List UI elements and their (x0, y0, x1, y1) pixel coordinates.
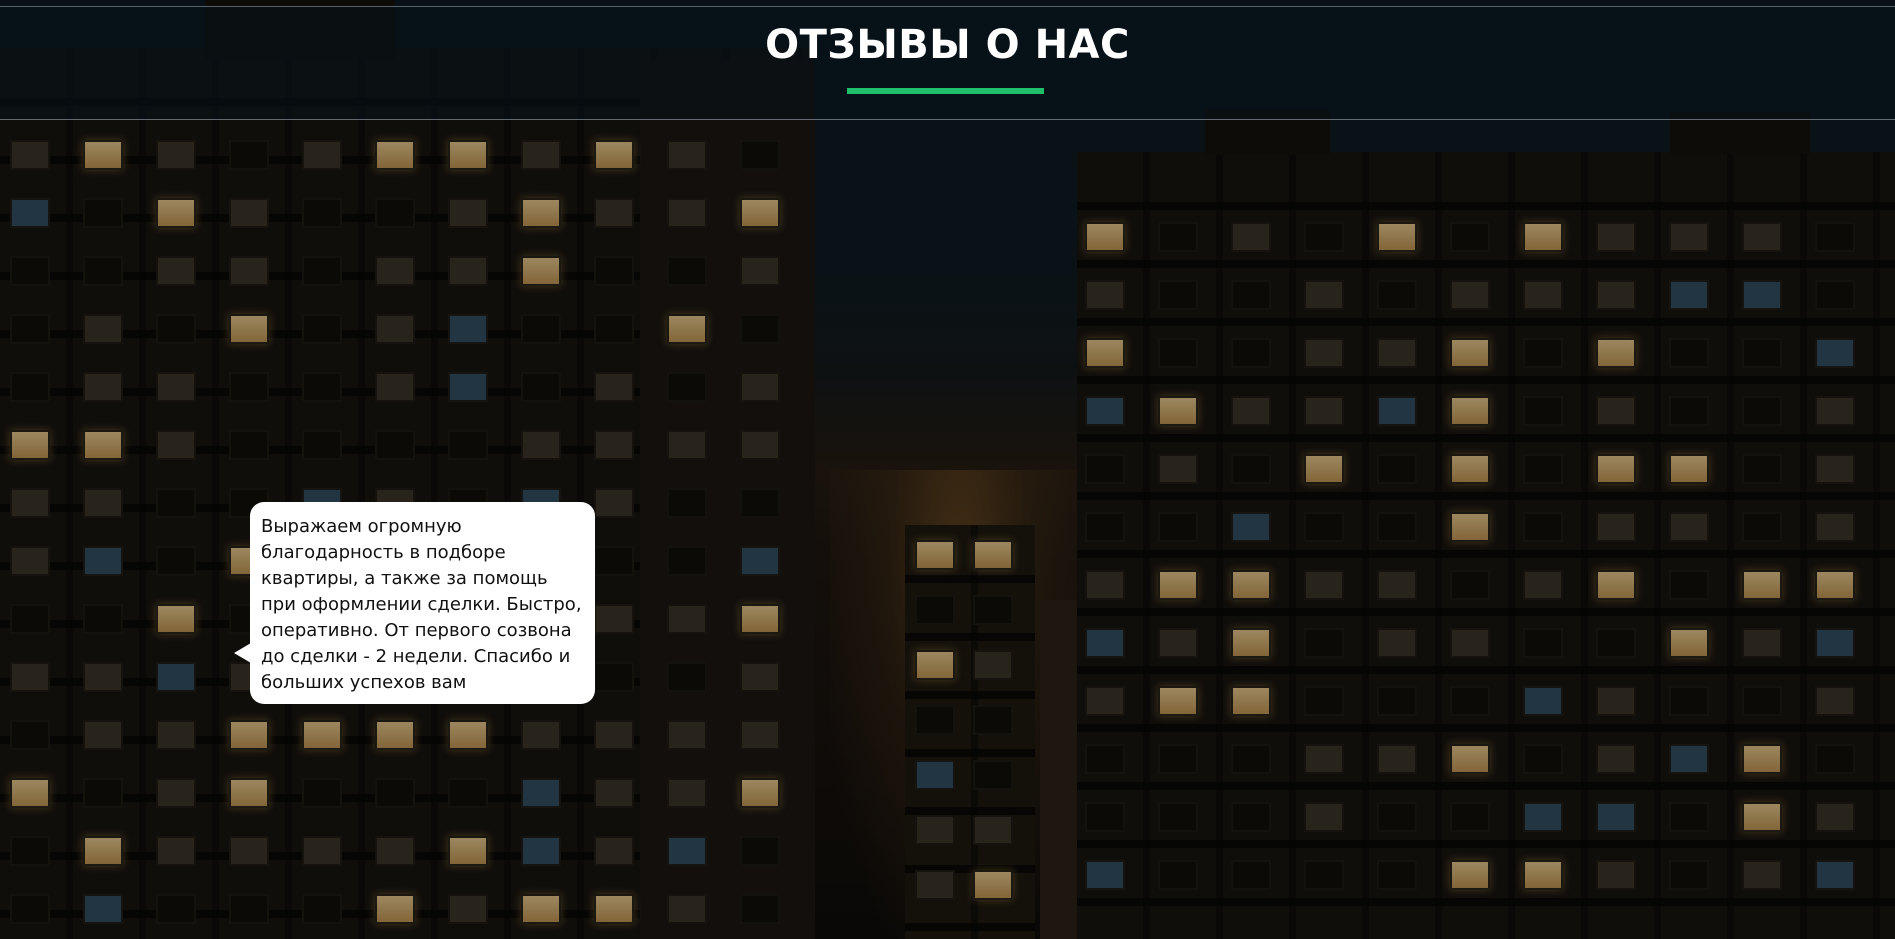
review-bubble-tail (234, 643, 251, 663)
background-photo (0, 0, 1895, 939)
review-text: Выражаем огромную благодарность в подбор… (261, 516, 582, 693)
review-bubble: Выражаем огромную благодарность в подбор… (250, 502, 595, 704)
page-title: ОТЗЫВЫ О НАС (765, 22, 1130, 68)
title-accent-underline (847, 88, 1044, 94)
dark-overlay (0, 0, 1895, 939)
